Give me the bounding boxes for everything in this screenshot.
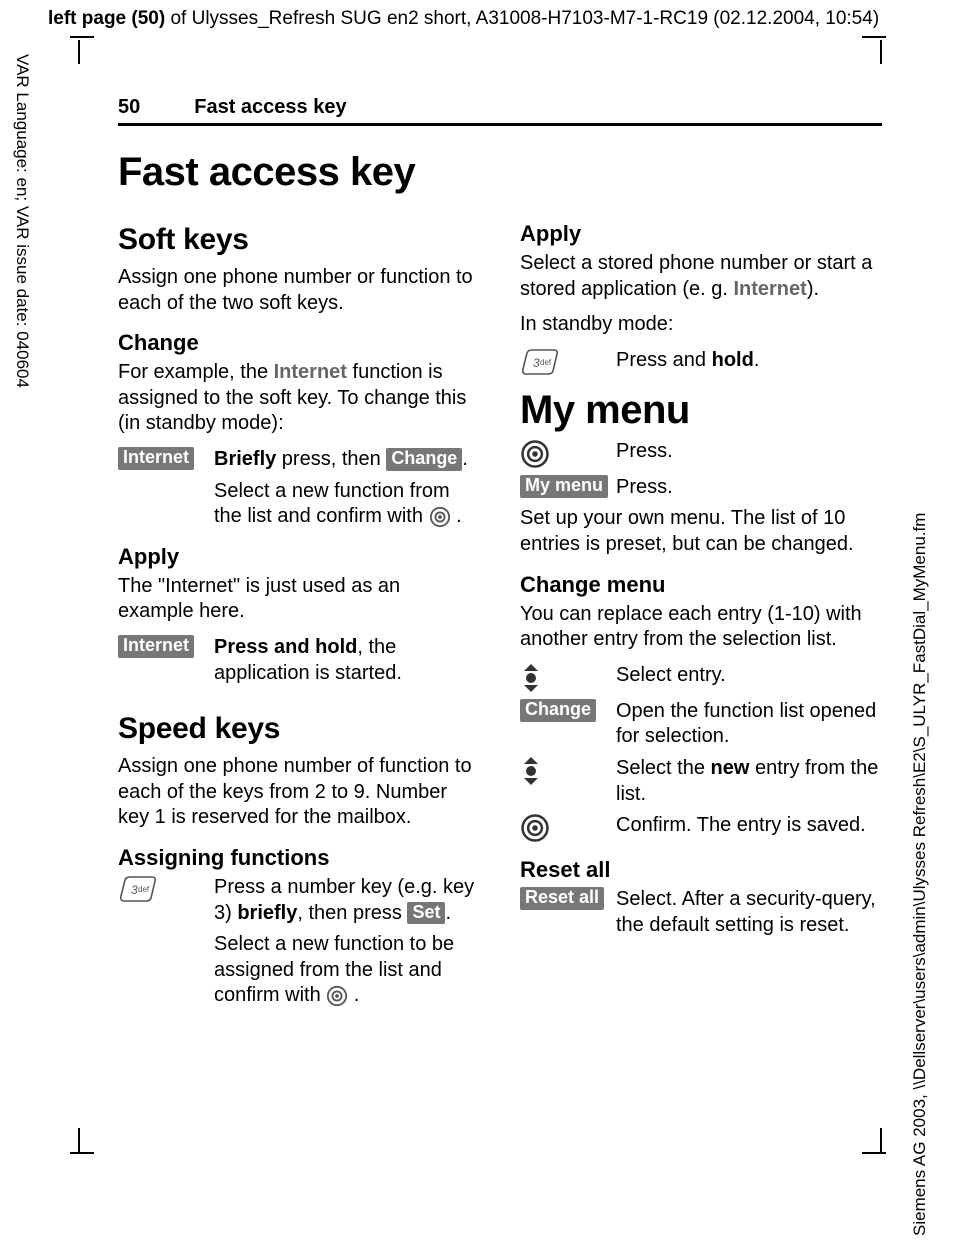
doc-header: left page (50) of Ulysses_Refresh SUG en… [48,8,879,30]
row-assign-1: 3def Press a number key (e.g. key 3) bri… [118,875,480,926]
para-apply-right-2: In standby mode: [520,312,882,338]
softkey-my-menu: My menu [520,475,608,498]
row-apply-left: Internet Press and hold, the application… [118,635,480,686]
heading-assign: Assigning functions [118,845,480,871]
running-header: 50 Fast access key [118,96,882,126]
center-select-icon [429,506,451,528]
para-mymenu: Set up your own menu. The list of 10 ent… [520,506,882,557]
svg-text:3: 3 [131,883,138,897]
left-column: Soft keys Assign one phone number or fun… [118,217,480,1015]
heading-apply-left: Apply [118,544,480,570]
softkey-internet: Internet [118,447,194,470]
heading-my-menu: My menu [520,388,882,433]
svg-text:def: def [540,358,552,367]
softkey-change-2: Change [520,699,596,722]
row-cm-open: Change Open the function list opened for… [520,699,882,750]
doc-header-rest: of Ulysses_Refresh SUG en2 short, A31008… [165,8,879,29]
heading-change-menu: Change menu [520,572,882,598]
doc-left-meta: VAR Language: en; VAR issue date: 040604 [12,54,32,434]
doc-header-bold: left page (50) [48,8,165,29]
softkey-reset-all: Reset all [520,887,604,910]
nav-up-down-icon [520,756,542,786]
para-apply-left: The "Internet" is just used as an exampl… [118,574,480,625]
number-key-3-icon: 3def [118,875,158,903]
running-title: Fast access key [194,96,346,119]
softkey-set: Set [407,902,445,925]
center-select-icon [326,985,348,1007]
row-cm-confirm: Confirm. The entry is saved. [520,813,882,843]
heading-apply-right: Apply [520,221,882,247]
para-speed-keys: Assign one phone number of function to e… [118,754,480,831]
number-key-3-icon: 3def [520,348,560,376]
para-apply-right-1: Select a stored phone number or start a … [520,251,882,302]
row-apply-right: 3def Press and hold. [520,348,882,376]
row-cm-new: Select the new entry from the list. [520,756,882,807]
para-change: For example, the Internet function is as… [118,360,480,437]
page-body: 50 Fast access key Fast access key Soft … [118,96,882,1015]
heading-speed-keys: Speed keys [118,712,480,746]
softkey-change: Change [386,448,462,471]
right-column: Apply Select a stored phone number or st… [520,217,882,1015]
heading-soft-keys: Soft keys [118,223,480,257]
nav-up-down-icon [520,663,542,693]
page-title: Fast access key [118,150,882,195]
softkey-internet-2: Internet [118,635,194,658]
center-select-icon [520,439,550,469]
para-soft-keys: Assign one phone number or function to e… [118,265,480,316]
center-select-icon [520,813,550,843]
para-change-menu: You can replace each entry (1-10) with a… [520,602,882,653]
row-reset-all: Reset all Select. After a security-query… [520,887,882,938]
row-mymenu-center: Press. [520,439,882,469]
svg-text:3: 3 [533,356,540,370]
page-number: 50 [118,96,140,119]
row-cm-select: Select entry. [520,663,882,693]
svg-text:def: def [138,885,150,894]
row-change-step2: Select a new function from the list and … [118,479,480,530]
row-change-step1: Internet Briefly press, then Change. [118,447,480,473]
row-mymenu-sk: My menu Press. [520,475,882,501]
heading-change: Change [118,330,480,356]
heading-reset-all: Reset all [520,857,882,883]
doc-right-meta: Siemens AG 2003, \\Dellserver\users\admi… [910,456,930,1236]
row-assign-2: Select a new function to be assigned fro… [118,932,480,1009]
